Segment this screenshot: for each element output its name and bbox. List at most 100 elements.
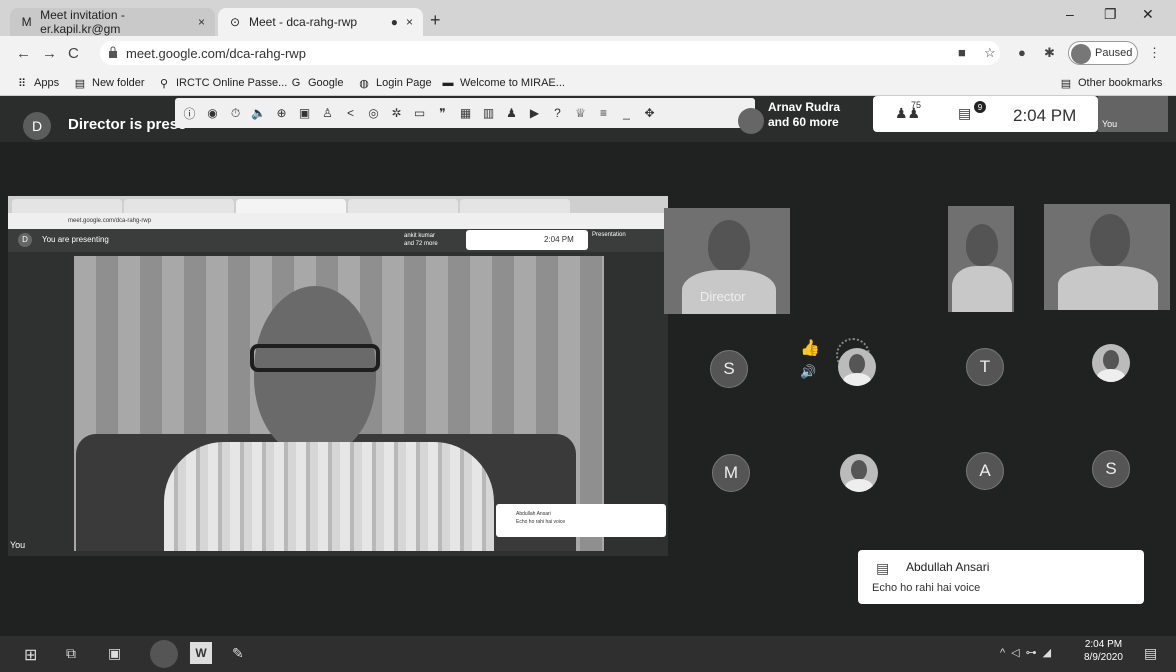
bookmark-label: Apps xyxy=(34,77,60,89)
quote-icon[interactable]: ❞ xyxy=(434,106,451,120)
avatar xyxy=(738,108,764,134)
train-icon: ⚲ xyxy=(159,77,169,90)
move-icon[interactable]: ✥ xyxy=(641,106,658,120)
timer-icon[interactable]: ⏱ xyxy=(227,106,244,121)
notification-icon[interactable]: ▤ xyxy=(1144,645,1157,662)
info-icon[interactable]: ⓘ xyxy=(181,105,198,122)
target-icon[interactable]: ⊕ xyxy=(273,106,290,120)
self-label: You xyxy=(1102,119,1118,129)
user-icon[interactable]: ♟ xyxy=(503,106,520,120)
bookmark-mirae[interactable]: ▬ Welcome to MIRAE... xyxy=(442,77,565,89)
file-explorer-icon[interactable]: ▣ xyxy=(108,645,121,662)
nested-chat-toast: Abdullah Ansari Echo ho rahi hai voice xyxy=(496,504,666,537)
camera-icon[interactable]: ■ xyxy=(958,45,966,60)
participant-avatar[interactable]: M xyxy=(712,454,750,492)
participant-photo-avatar[interactable] xyxy=(840,454,878,492)
participant-avatar[interactable]: S xyxy=(1092,450,1130,488)
participant-head xyxy=(708,220,750,272)
taskbar-clock[interactable]: 2:04 PM 8/9/2020 xyxy=(1084,638,1123,664)
window-icon[interactable]: ▭ xyxy=(411,106,428,120)
chat-message: Echo ho rahi hai voice xyxy=(872,582,981,594)
extension-icon[interactable]: ● xyxy=(1018,45,1026,60)
nested-info-pill: 2:04 PM xyxy=(466,230,588,250)
nested-participant-name: ankit kumar xyxy=(404,233,436,239)
presenting-banner: Director is prese xyxy=(68,116,187,133)
participant-tile[interactable] xyxy=(1044,204,1170,310)
participant-head xyxy=(966,224,998,266)
bookmark-irctc[interactable]: ⚲ IRCTC Online Passe... xyxy=(158,77,287,90)
profile-button[interactable]: Paused xyxy=(1068,41,1138,65)
bookmark-apps[interactable]: ⠿ Apps xyxy=(16,77,60,90)
menu-icon[interactable]: ⋮ xyxy=(1148,45,1161,61)
minimize-icon[interactable]: _ xyxy=(618,106,635,120)
maximize-button[interactable]: ❐ xyxy=(1104,6,1117,23)
nested-tab xyxy=(460,199,570,213)
trophy-icon[interactable]: ♕ xyxy=(572,106,589,120)
cup-icon[interactable]: ▣ xyxy=(296,106,313,120)
chrome-icon[interactable] xyxy=(150,640,178,668)
bookmark-label: New folder xyxy=(92,77,145,89)
play-icon[interactable]: ▶ xyxy=(526,106,543,120)
self-view-thumbnail[interactable]: You xyxy=(1098,96,1168,132)
meet-icon: ⊙ xyxy=(229,15,241,29)
avatar xyxy=(1071,44,1091,64)
share-icon[interactable]: < xyxy=(342,106,359,120)
checklist-icon[interactable]: ≡ xyxy=(595,106,612,120)
other-bookmarks[interactable]: ▤ Other bookmarks xyxy=(1060,77,1163,90)
speaker-icon: 🔊 xyxy=(800,364,817,379)
participant-avatar[interactable]: A xyxy=(966,452,1004,490)
nested-presenter-avatar: D xyxy=(18,233,32,247)
app-icon[interactable]: ✎ xyxy=(232,645,244,662)
participants-summary: Arnav Rudra and 60 more xyxy=(768,100,840,130)
system-tray[interactable]: ^◁⊶◢ xyxy=(1000,646,1057,659)
bookmark-label: Google xyxy=(308,77,344,89)
bookmark-new-folder[interactable]: ▤ New folder xyxy=(74,77,145,90)
address-bar[interactable]: meet.google.com/dca-rahg-rwp xyxy=(100,41,1000,65)
close-tab-icon[interactable]: × xyxy=(198,15,205,29)
help-icon[interactable]: ? xyxy=(549,106,566,120)
puzzle-icon[interactable]: ✱ xyxy=(1044,45,1055,61)
shared-screen: meet.google.com/dca-rahg-rwp D You are p… xyxy=(8,196,668,556)
bookmark-label: Other bookmarks xyxy=(1078,77,1163,89)
chat-toast[interactable]: ▤ Abdullah Ansari Echo ho rahi hai voice xyxy=(858,550,1144,604)
bookmark-google[interactable]: G Google xyxy=(290,77,344,89)
back-arrow-icon[interactable]: ← xyxy=(16,45,31,62)
book-icon[interactable]: ▥ xyxy=(480,106,497,120)
image-icon[interactable]: ▦ xyxy=(457,106,474,120)
chat-icon: ▤ xyxy=(876,560,890,576)
participant-avatar[interactable]: T xyxy=(966,348,1004,386)
bookmark-label: Welcome to MIRAE... xyxy=(460,77,565,89)
forward-arrow-icon[interactable]: → xyxy=(42,45,57,62)
close-tab-icon[interactable]: × xyxy=(406,15,413,29)
reload-icon[interactable]: C xyxy=(68,45,79,62)
windows-taskbar: ⊞ ⧉ ▣ W ✎ ^◁⊶◢ 2:04 PM 8/9/2020 ▤ xyxy=(0,636,1176,672)
star-icon[interactable]: ☆ xyxy=(984,45,996,61)
tab-meet-invitation[interactable]: M Meet invitation - er.kapil.kr@gm × xyxy=(10,8,215,36)
chat-icon[interactable]: ▤ xyxy=(958,105,971,122)
google-g-icon: G xyxy=(291,77,301,89)
eye-icon[interactable]: ◉ xyxy=(204,106,221,120)
chat-bubble-icon[interactable]: ◎ xyxy=(365,106,382,120)
participant-tile-director[interactable]: Director xyxy=(664,208,790,314)
participant-avatar[interactable]: S xyxy=(710,350,748,388)
windows-start-icon[interactable]: ⊞ xyxy=(24,645,37,665)
participant-tile[interactable] xyxy=(948,206,1014,312)
settings-icon[interactable]: ✲ xyxy=(388,106,405,120)
close-window-button[interactable]: ✕ xyxy=(1142,6,1154,23)
globe-icon: ◍ xyxy=(359,77,369,90)
word-icon[interactable]: W xyxy=(190,642,212,664)
nested-participant-more: and 72 more xyxy=(404,241,438,247)
participant-photo-avatar[interactable] xyxy=(838,348,876,386)
tab-meet[interactable]: ⊙ Meet - dca-rahg-rwp ● × xyxy=(218,8,423,36)
nested-tab xyxy=(12,199,122,213)
person-icon[interactable]: ♙ xyxy=(319,106,336,120)
nested-presentation-label: Presentation xyxy=(592,232,626,238)
task-view-icon[interactable]: ⧉ xyxy=(66,645,76,662)
new-tab-button[interactable]: + xyxy=(430,10,441,31)
participant-photo-avatar[interactable] xyxy=(1092,344,1130,382)
speaker-icon[interactable]: 🔈 xyxy=(250,106,267,120)
bookmark-login-page[interactable]: ◍ Login Page xyxy=(358,77,431,90)
minimize-button[interactable]: – xyxy=(1066,6,1074,22)
browser-tab-strip: M Meet invitation - er.kapil.kr@gm × ⊙ M… xyxy=(0,0,1176,36)
gmail-icon: M xyxy=(21,15,32,29)
